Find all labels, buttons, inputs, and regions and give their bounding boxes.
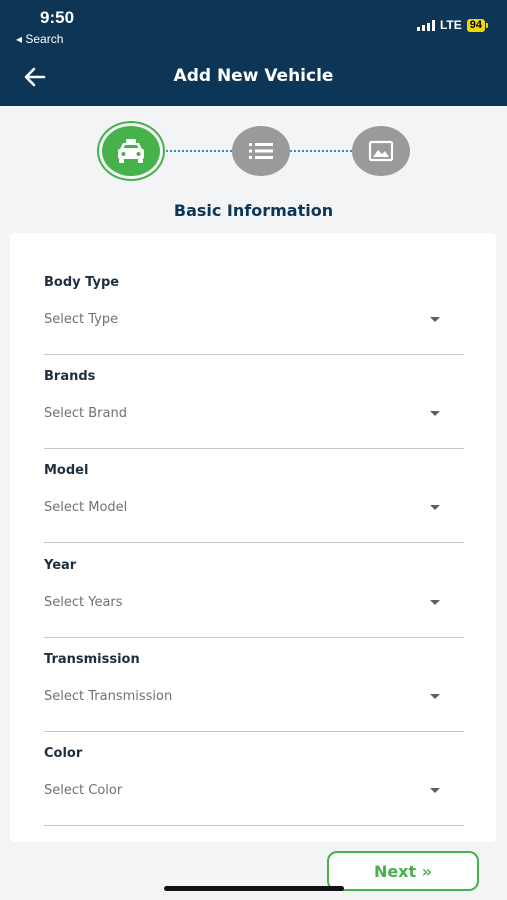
section-title: Basic Information [173,201,334,220]
brand-select[interactable]: Select Brand [44,406,127,421]
vehicle-form-card: Body Type Select Type Brands Select Bran… [10,233,496,842]
step-connector [290,150,352,152]
year-field[interactable]: Year Select Years [44,558,464,638]
signal-icon [416,19,435,31]
home-indicator [164,886,344,891]
step-details[interactable] [232,126,290,176]
chevron-down-icon [430,694,440,699]
chevron-down-icon [430,600,440,605]
transmission-field[interactable]: Transmission Select Transmission [44,652,464,732]
body-type-select[interactable]: Select Type [44,312,118,327]
image-icon [368,140,394,162]
model-select[interactable]: Select Model [44,500,127,515]
chevron-down-icon [430,505,440,510]
brand-field[interactable]: Brands Select Brand [44,369,464,449]
network-label: LTE [439,18,462,32]
status-time: 9:50 [40,8,75,27]
field-label: Model [44,463,89,478]
step-photos[interactable] [352,126,410,176]
field-label: Body Type [44,275,120,290]
field-label: Brands [44,369,96,384]
battery-icon: 94 [466,18,489,32]
field-label: Transmission [44,652,140,667]
field-label: Color [44,746,83,761]
list-icon [249,143,273,159]
transmission-select[interactable]: Select Transmission [44,689,172,704]
field-label: Year [44,558,77,573]
step-basic-info[interactable] [102,126,160,176]
status-back-link[interactable]: ◂ Search [16,32,63,46]
page-title: Add New Vehicle [173,66,334,86]
next-button[interactable]: Next » [327,851,479,891]
model-field[interactable]: Model Select Model [44,463,464,543]
step-connector [166,150,232,152]
chevron-down-icon [430,411,440,416]
body-type-field[interactable]: Body Type Select Type [44,275,464,355]
color-select[interactable]: Select Color [44,783,122,798]
chevron-down-icon [430,317,440,322]
app-header: 9:50 ◂ Search LTE 94 Add New Vehicle [0,0,507,106]
status-indicators: LTE 94 [416,18,489,32]
car-icon [118,139,144,163]
year-select[interactable]: Select Years [44,595,123,610]
color-field[interactable]: Color Select Color [44,746,464,826]
chevron-down-icon [430,788,440,793]
progress-stepper [0,126,507,178]
